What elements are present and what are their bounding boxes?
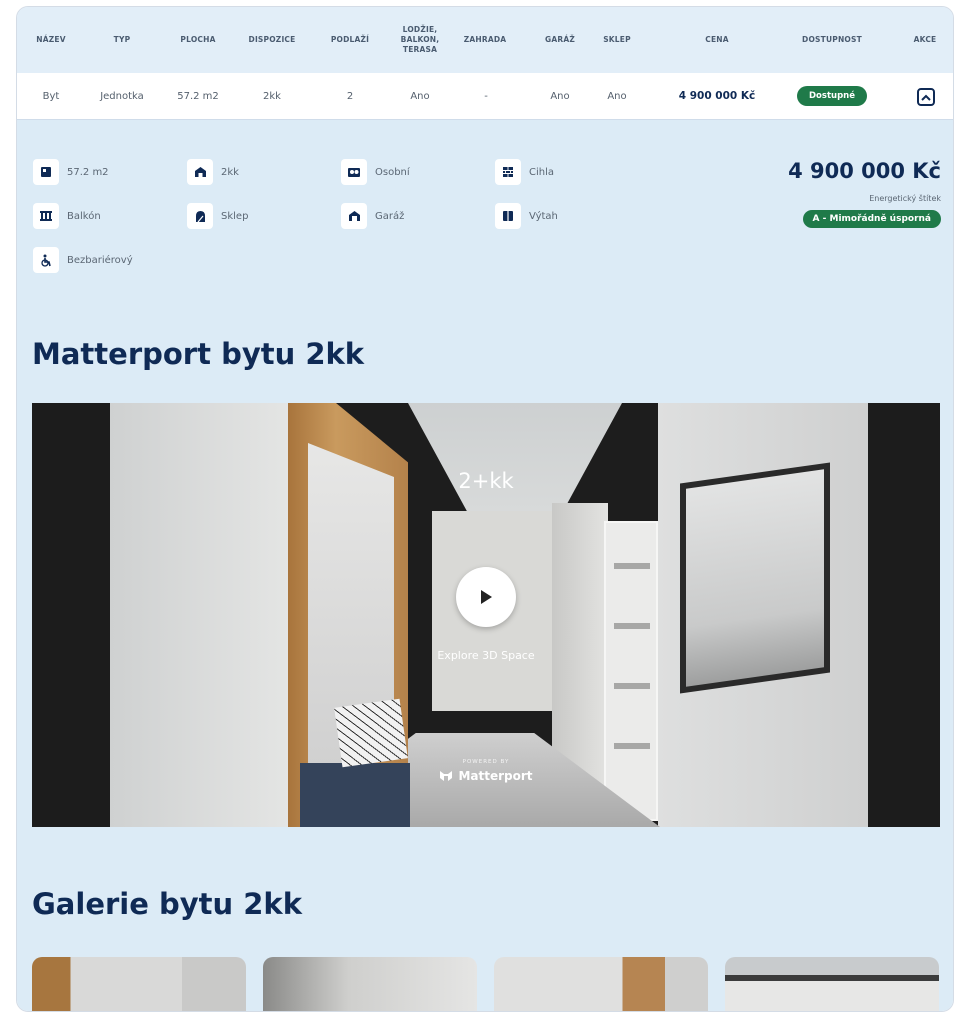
column-header-type: TYP [113,35,131,44]
feature-cellar: Sklep [187,203,248,229]
matterport-logo-icon [440,771,453,781]
matterport-logo[interactable]: Matterport [32,769,940,783]
column-header-availability: DOSTUPNOST [802,35,862,44]
gallery-thumbnail[interactable] [494,957,708,1011]
content-frame: NÁZEV TYP PLOCHA DISPOZICE PODLAŽÍ LODŽI… [16,6,954,1012]
powered-by-label: POWERED BY [462,759,510,765]
balcony-icon [33,203,59,229]
column-header-cellar: SKLEP [603,35,631,44]
cell-area: 57.2 m2 [177,90,219,102]
chevron-up-icon [921,94,931,101]
viewer-title: 2+kk [458,469,514,493]
cell-availability: Dostupné [787,73,877,119]
play-button[interactable] [456,567,516,627]
feature-garage: Garáž [341,203,404,229]
column-header-garage: GARÁŽ [545,35,575,44]
cell-garden: - [484,90,488,102]
cell-garage: Ano [550,90,570,102]
cell-name: Byt [42,90,60,102]
elevator-icon [495,203,521,229]
cell-price: 4 900 000 Kč [678,90,756,102]
cell-balcony: Ano [410,90,430,102]
feature-accessibility: Bezbariérový [33,247,133,273]
table-header: NÁZEV TYP PLOCHA DISPOZICE PODLAŽÍ LODŽI… [17,7,953,73]
wheelchair-icon [33,247,59,273]
column-header-action: AKCE [913,35,937,44]
column-header-area: PLOCHA [180,35,216,44]
garage-icon [341,203,367,229]
column-header-price: CENA [705,35,729,44]
gallery-thumbnail[interactable] [263,957,477,1011]
availability-badge: Dostupné [797,86,867,106]
column-header-floor: PODLAŽÍ [330,35,370,44]
ownership-icon [341,159,367,185]
matterport-section-title: Matterport bytu 2kk [32,337,365,371]
energy-label: Energetický štítek [869,194,941,203]
layout-icon [187,159,213,185]
feature-balcony: Balkón [33,203,101,229]
unit-detail-panel: NÁZEV TYP PLOCHA DISPOZICE PODLAŽÍ LODŽI… [17,7,953,1011]
feature-material: Cihla [495,159,554,185]
gallery-thumbnail[interactable] [32,957,246,1011]
summary-price: 4 900 000 Kč [788,159,941,183]
gallery-thumbnails [32,957,940,1011]
play-icon [481,590,492,604]
cell-type: Jednotka [100,90,144,102]
column-header-balcony: LODŽIE, BALKON, TERASA [400,25,440,54]
explore-3d-link[interactable]: Explore 3D Space [32,649,940,662]
floor-plan-icon [33,159,59,185]
column-header-name: NÁZEV [36,35,66,44]
cell-floor: 2 [346,90,354,102]
cellar-icon [187,203,213,229]
cell-cellar: Ano [607,90,627,102]
brick-icon [495,159,521,185]
gallery-section-title: Galerie bytu 2kk [32,887,303,921]
energy-class-badge: A - Mimořádně úsporná [802,210,941,228]
gallery-thumbnail[interactable] [725,957,939,1011]
cell-layout: 2kk [263,90,281,102]
column-header-garden: ZAHRADA [463,35,507,44]
feature-area: 57.2 m2 [33,159,109,185]
matterport-viewer[interactable]: 2+kk Explore 3D Space POWERED BY Matterp… [32,403,940,827]
column-header-layout: DISPOZICE [248,35,296,44]
feature-layout: 2kk [187,159,239,185]
table-row[interactable]: Byt Jednotka 57.2 m2 2kk 2 Ano - Ano Ano… [17,73,953,120]
feature-ownership: Osobní [341,159,410,185]
collapse-row-button[interactable] [917,88,935,106]
feature-elevator: Výtah [495,203,558,229]
